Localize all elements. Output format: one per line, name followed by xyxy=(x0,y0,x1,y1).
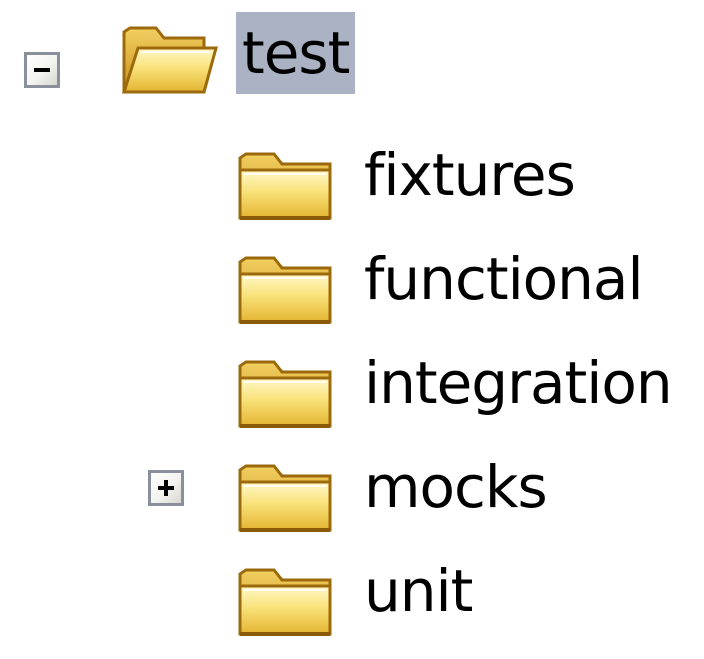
folder-icon xyxy=(236,560,334,638)
folder-icon xyxy=(236,248,334,326)
tree-node-label[interactable]: fixtures xyxy=(358,140,581,210)
tree-node-label[interactable]: integration xyxy=(358,348,678,418)
tree-node-mocks[interactable]: mocks xyxy=(0,442,704,546)
folder-icon xyxy=(236,352,334,430)
tree-node-functional[interactable]: functional xyxy=(0,234,704,338)
folder-icon xyxy=(236,144,334,222)
folder-tree: test fixtures functional integration moc… xyxy=(0,0,704,659)
tree-node-label[interactable]: mocks xyxy=(358,452,553,522)
tree-node-unit[interactable]: unit xyxy=(0,546,704,650)
folder-open-icon xyxy=(120,18,218,96)
tree-node-fixtures[interactable]: fixtures xyxy=(0,130,704,234)
tree-node-integration[interactable]: integration xyxy=(0,338,704,442)
tree-node-label[interactable]: functional xyxy=(358,244,649,314)
tree-node-label[interactable]: unit xyxy=(358,556,478,626)
tree-node-test[interactable]: test xyxy=(0,8,704,112)
collapse-toggle-icon[interactable] xyxy=(24,52,60,88)
expand-toggle-icon[interactable] xyxy=(148,470,184,506)
tree-node-label[interactable]: test xyxy=(236,12,356,94)
folder-icon xyxy=(236,456,334,534)
